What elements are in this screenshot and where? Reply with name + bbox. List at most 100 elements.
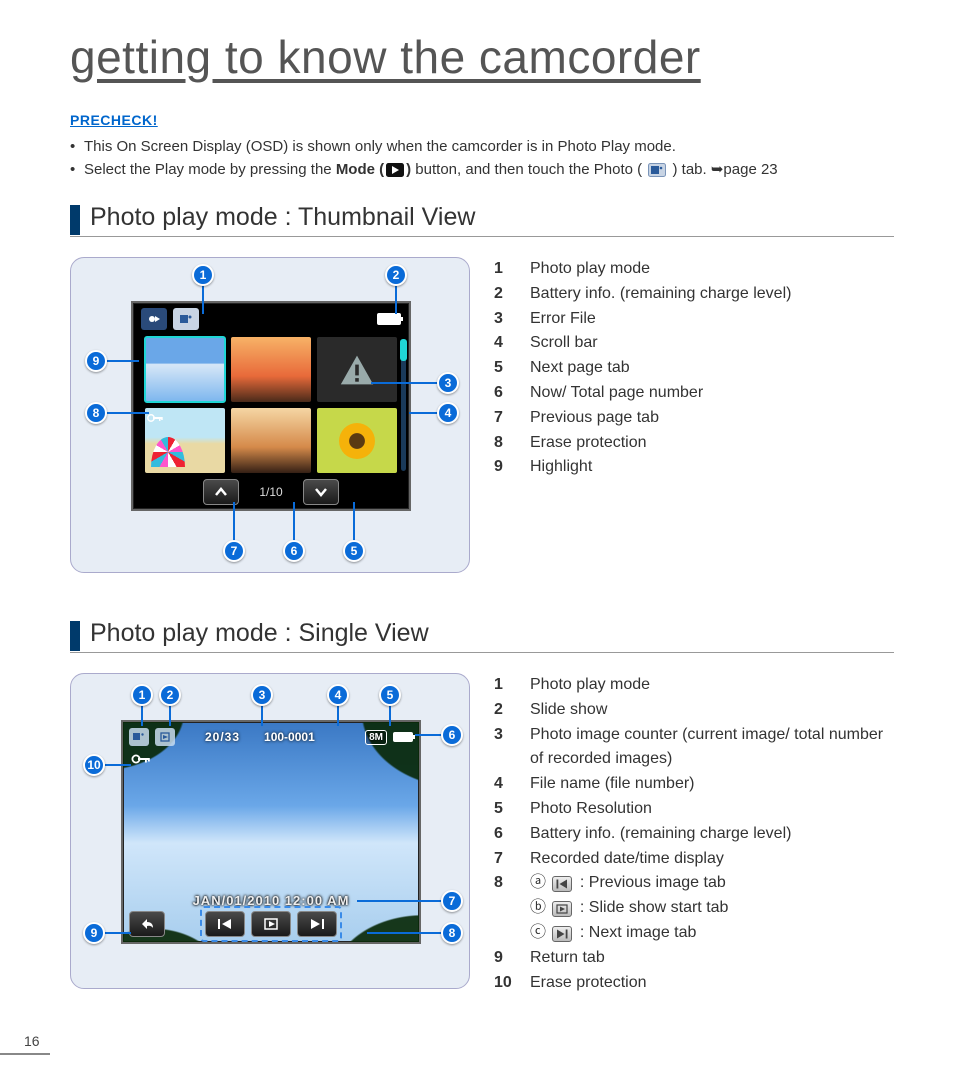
legend-number: 2	[494, 698, 516, 723]
key-lock-icon	[131, 752, 151, 770]
next-page-button[interactable]	[303, 479, 339, 505]
slideshow-icon	[155, 728, 175, 746]
key-lock-icon	[147, 410, 163, 428]
legend-text: Now/ Total page number	[530, 381, 894, 406]
callout-4: 4	[327, 684, 349, 706]
photo-thumbnail[interactable]	[231, 408, 311, 473]
photo-tab-icon	[648, 163, 666, 177]
heading-accent-bar	[70, 621, 80, 651]
prev-image-tab-icon	[552, 876, 572, 892]
image-counter: 20/33	[205, 730, 240, 744]
leader	[353, 502, 355, 542]
photo-thumbnail[interactable]	[145, 408, 225, 473]
mode-play-icon	[386, 163, 404, 177]
heading-text: Photo play mode : Single View	[90, 619, 429, 652]
legend-number: 10	[494, 971, 516, 996]
page-edge-rule	[0, 1053, 50, 1055]
legend-text: Erase protection	[530, 971, 894, 996]
callout-1: 1	[131, 684, 153, 706]
leader	[261, 704, 263, 726]
leader	[103, 764, 131, 766]
video-play-mode-icon[interactable]	[141, 308, 167, 330]
precheck-list: This On Screen Display (OSD) is shown on…	[70, 136, 894, 181]
legend-text: Previous page tab	[530, 406, 894, 431]
section-heading-single: Photo play mode : Single View	[70, 619, 894, 653]
legend-text: Highlight	[530, 455, 894, 480]
leader	[395, 284, 397, 314]
legend-row: 8 ⓐ : Previous image tab	[494, 871, 894, 896]
photo-thumbnail-error[interactable]	[317, 337, 397, 402]
legend-row: 2 Slide show	[494, 698, 894, 723]
callout-10: 10	[83, 754, 105, 776]
legend-text: Battery info. (remaining charge level)	[530, 282, 894, 307]
legend-number: 4	[494, 772, 516, 797]
legend-row: 7Recorded date/time display	[494, 847, 894, 872]
leader	[371, 382, 439, 384]
thumbnail-scrollbar[interactable]	[401, 339, 406, 471]
slideshow-start-button[interactable]	[251, 911, 291, 937]
callout-2: 2	[159, 684, 181, 706]
return-button[interactable]	[129, 911, 165, 937]
sub-label-c: ⓒ	[530, 924, 546, 941]
heading-accent-bar	[70, 205, 80, 235]
legend-number: 4	[494, 331, 516, 356]
legend-row: 7Previous page tab	[494, 406, 894, 431]
single-device-panel: 1 2 3 4 5 6 7 8 9 10	[70, 673, 470, 989]
photo-resolution-badge: 8M	[365, 730, 387, 745]
legend-text: Photo play mode	[530, 673, 894, 698]
legend-row: ⓒ : Next image tab	[494, 921, 894, 946]
callout-6: 6	[283, 540, 305, 562]
next-image-tab-icon	[552, 926, 572, 942]
leader	[367, 932, 443, 934]
legend-number: 8	[494, 871, 516, 896]
legend-text: Slide show	[530, 698, 894, 723]
legend-text: Photo play mode	[530, 257, 894, 282]
photo-thumbnail[interactable]	[231, 337, 311, 402]
legend-row: 6 Now/ Total page number	[494, 381, 894, 406]
sub-text: : Previous image tab	[575, 874, 725, 891]
callout-8: 8	[441, 922, 463, 944]
precheck-text: ) tab. ➥page 23	[668, 161, 777, 178]
heading-text: Photo play mode : Thumbnail View	[90, 203, 475, 236]
legend-number: 6	[494, 822, 516, 847]
legend-text: Battery info. (remaining charge level)	[530, 822, 894, 847]
sub-text: : Next image tab	[575, 924, 696, 941]
next-image-button[interactable]	[297, 911, 337, 937]
leader	[415, 734, 443, 736]
previous-image-button[interactable]	[205, 911, 245, 937]
leader	[293, 502, 295, 542]
legend-row: 3Error File	[494, 307, 894, 332]
leader	[105, 360, 139, 362]
legend-text: ⓐ : Previous image tab	[530, 871, 894, 896]
photo-thumbnail[interactable]	[145, 337, 225, 402]
precheck-text: Select the Play mode by pressing the	[84, 161, 336, 178]
legend-number: 7	[494, 847, 516, 872]
leader	[409, 412, 439, 414]
lcd-screen-thumbnail: 1/10	[131, 301, 411, 511]
callout-9: 9	[83, 922, 105, 944]
legend-row: 6 Battery info. (remaining charge level)	[494, 822, 894, 847]
legend-row: 3Photo image counter (current image/ tot…	[494, 723, 894, 773]
callout-7: 7	[223, 540, 245, 562]
photo-play-mode-icon	[129, 728, 149, 746]
legend-number: 6	[494, 381, 516, 406]
leader	[337, 704, 339, 726]
page-title: getting to know the camcorder	[70, 30, 894, 84]
page-number: 16	[24, 1033, 40, 1049]
thumbnail-device-panel: 1 2 3 4 5 6 7 8 9	[70, 257, 470, 573]
sub-label-b: ⓑ	[530, 899, 546, 916]
legend-row: ⓑ : Slide show start tab	[494, 896, 894, 921]
legend-row: 10 Erase protection	[494, 971, 894, 996]
legend-number: 5	[494, 797, 516, 822]
legend-row: 2Battery info. (remaining charge level)	[494, 282, 894, 307]
legend-text: Photo image counter (current image/ tota…	[530, 723, 894, 773]
legend-text: Error File	[530, 307, 894, 332]
callout-2: 2	[385, 264, 407, 286]
battery-icon	[377, 313, 401, 325]
leader	[357, 900, 443, 902]
legend-number: 8	[494, 431, 516, 456]
photo-thumbnail[interactable]	[317, 408, 397, 473]
photo-play-mode-icon[interactable]	[173, 308, 199, 330]
legend-row: 9Return tab	[494, 946, 894, 971]
playback-control-group	[200, 906, 342, 942]
